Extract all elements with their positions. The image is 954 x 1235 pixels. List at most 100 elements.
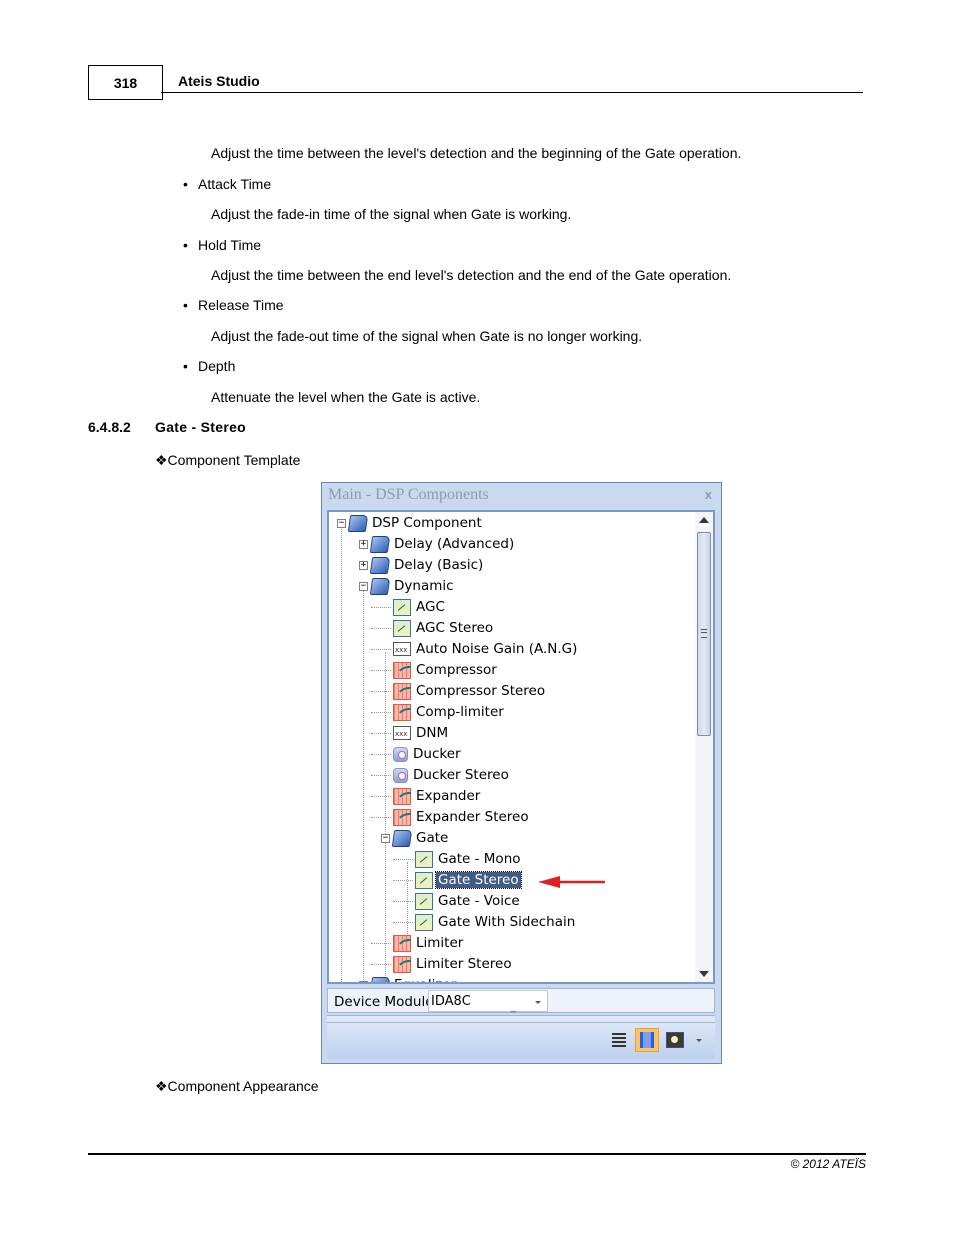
expand-icon[interactable]: + [359,560,368,570]
tree-node[interactable]: Limiter [381,933,465,953]
tree-node[interactable]: Comp-limiter [381,702,506,722]
tree-node-label: Comp-limiter [416,704,504,720]
tree-node[interactable]: + Equalizer [359,975,458,982]
window-title: Main - DSP Components [328,486,489,503]
bullet-item: Release Time [183,297,284,313]
compressor-icon [393,934,411,952]
description-text: Attenuate the level when the Gate is act… [211,389,481,405]
tree-node-label: Gate With Sidechain [438,914,576,930]
tree-node-label: AGC Stereo [416,620,494,636]
description-text: Adjust the fade-out time of the signal w… [211,328,643,344]
tree-node-label: Equalizer [392,977,458,982]
collapse-icon[interactable]: − [337,518,346,528]
tree-node-label: Ducker Stereo [413,767,509,783]
tree-node-label: Ducker [413,746,461,762]
gate-icon [415,871,433,889]
device-module-row: Device Module IDA8C [327,988,715,1013]
device-module-select[interactable]: IDA8C [428,990,548,1012]
folder-icon [369,976,391,982]
tree-node-label: AGC [416,599,445,615]
tree-node-label: Dynamic [394,578,454,594]
header-rule [161,92,863,93]
tree-node-label: Expander Stereo [416,809,529,825]
tree-node[interactable]: Auto Noise Gain (A.N.G) [381,639,579,659]
split-view-icon [640,1032,654,1048]
expand-icon[interactable]: + [359,539,368,549]
tree-node[interactable]: − Dynamic [359,576,456,596]
tree-node[interactable]: Compressor [381,660,499,680]
tree-guide-line [341,526,342,982]
tree-node-label: Expander [416,788,481,804]
tree-node[interactable]: DNM [381,723,450,743]
footer-rule [88,1153,866,1155]
tree-node[interactable]: + Delay (Advanced) [359,534,516,554]
list-view-button[interactable] [607,1028,631,1052]
tree-node[interactable]: AGC [381,597,447,617]
tree-node-label: DSP Component [372,515,482,531]
splitter-handle[interactable] [327,1010,715,1023]
scroll-up-arrow-icon[interactable] [699,517,709,523]
copyright: © 2012 ATEÏS [790,1157,866,1171]
view-toolbar [327,1023,715,1059]
tree-node[interactable]: Gate - Mono [403,849,523,869]
close-button[interactable]: x [705,487,712,502]
tree-node[interactable]: Ducker [381,744,463,764]
tree-node[interactable]: − Gate [381,828,450,848]
component-tree: − DSP Component + Delay (Advanced) + Delay (B… [327,510,715,984]
compressor-icon [393,808,411,826]
tree-node[interactable]: Gate - Voice [403,891,522,911]
compressor-icon [393,955,411,973]
tree-node-label: Gate Stereo [435,871,522,889]
bullet-item: Depth [183,358,236,374]
tree-node[interactable]: Expander Stereo [381,807,531,827]
scroll-down-arrow-icon[interactable] [699,971,709,977]
tree-node-label: Gate - Voice [438,893,520,909]
tree-node[interactable]: Gate Stereo [403,870,522,890]
vertical-scrollbar[interactable] [695,512,713,982]
toolbar-overflow-icon[interactable] [696,1039,702,1042]
tree-node[interactable]: − DSP Component [337,513,484,533]
ducker-icon [393,767,408,783]
compressor-icon [393,703,411,721]
tree-node[interactable]: AGC Stereo [381,618,495,638]
image-view-button[interactable] [663,1028,687,1052]
expand-icon[interactable]: + [359,980,368,982]
gate-icon [415,850,433,868]
subheading-component-template: ❖Component Template [155,452,301,468]
tree-node-label: Gate [416,830,449,846]
list-view-icon [612,1033,626,1047]
grip-icon [701,629,707,638]
tree-node[interactable]: Expander [381,786,482,806]
tree-guide-line [363,589,364,982]
tree-node-label: Compressor [416,662,497,678]
description-text: Adjust the fade-in time of the signal wh… [211,206,572,222]
document-title: Ateis Studio [178,73,260,89]
gate-icon [415,892,433,910]
image-view-icon [666,1032,684,1048]
tree-node[interactable]: Limiter Stereo [381,954,514,974]
tree-node[interactable]: Ducker Stereo [381,765,511,785]
tree-node[interactable]: + Delay (Basic) [359,555,485,575]
bullet-item: Attack Time [183,176,271,192]
tree-node-label: DNM [416,725,449,741]
collapse-icon[interactable]: − [381,833,390,843]
compressor-icon [393,682,411,700]
compressor-icon [393,787,411,805]
gate-icon [393,619,411,637]
gate-icon [393,598,411,616]
gate-icon [415,913,433,931]
tree-node[interactable]: Gate With Sidechain [403,912,577,932]
collapse-icon[interactable]: − [359,581,368,591]
annotation-arrow-icon [538,876,605,888]
folder-icon [369,556,391,574]
split-view-button[interactable] [635,1028,659,1052]
folder-open-icon [347,514,369,532]
tree-node-label: Limiter [416,935,464,951]
folder-icon [369,535,391,553]
tree-node[interactable]: Compressor Stereo [381,681,547,701]
noise-gain-icon [393,642,411,656]
tree-node-label: Gate - Mono [438,851,521,867]
scrollbar-thumb[interactable] [697,532,711,736]
tree-node-label: Delay (Advanced) [394,536,515,552]
description-text: Adjust the time between the level's dete… [211,145,742,161]
